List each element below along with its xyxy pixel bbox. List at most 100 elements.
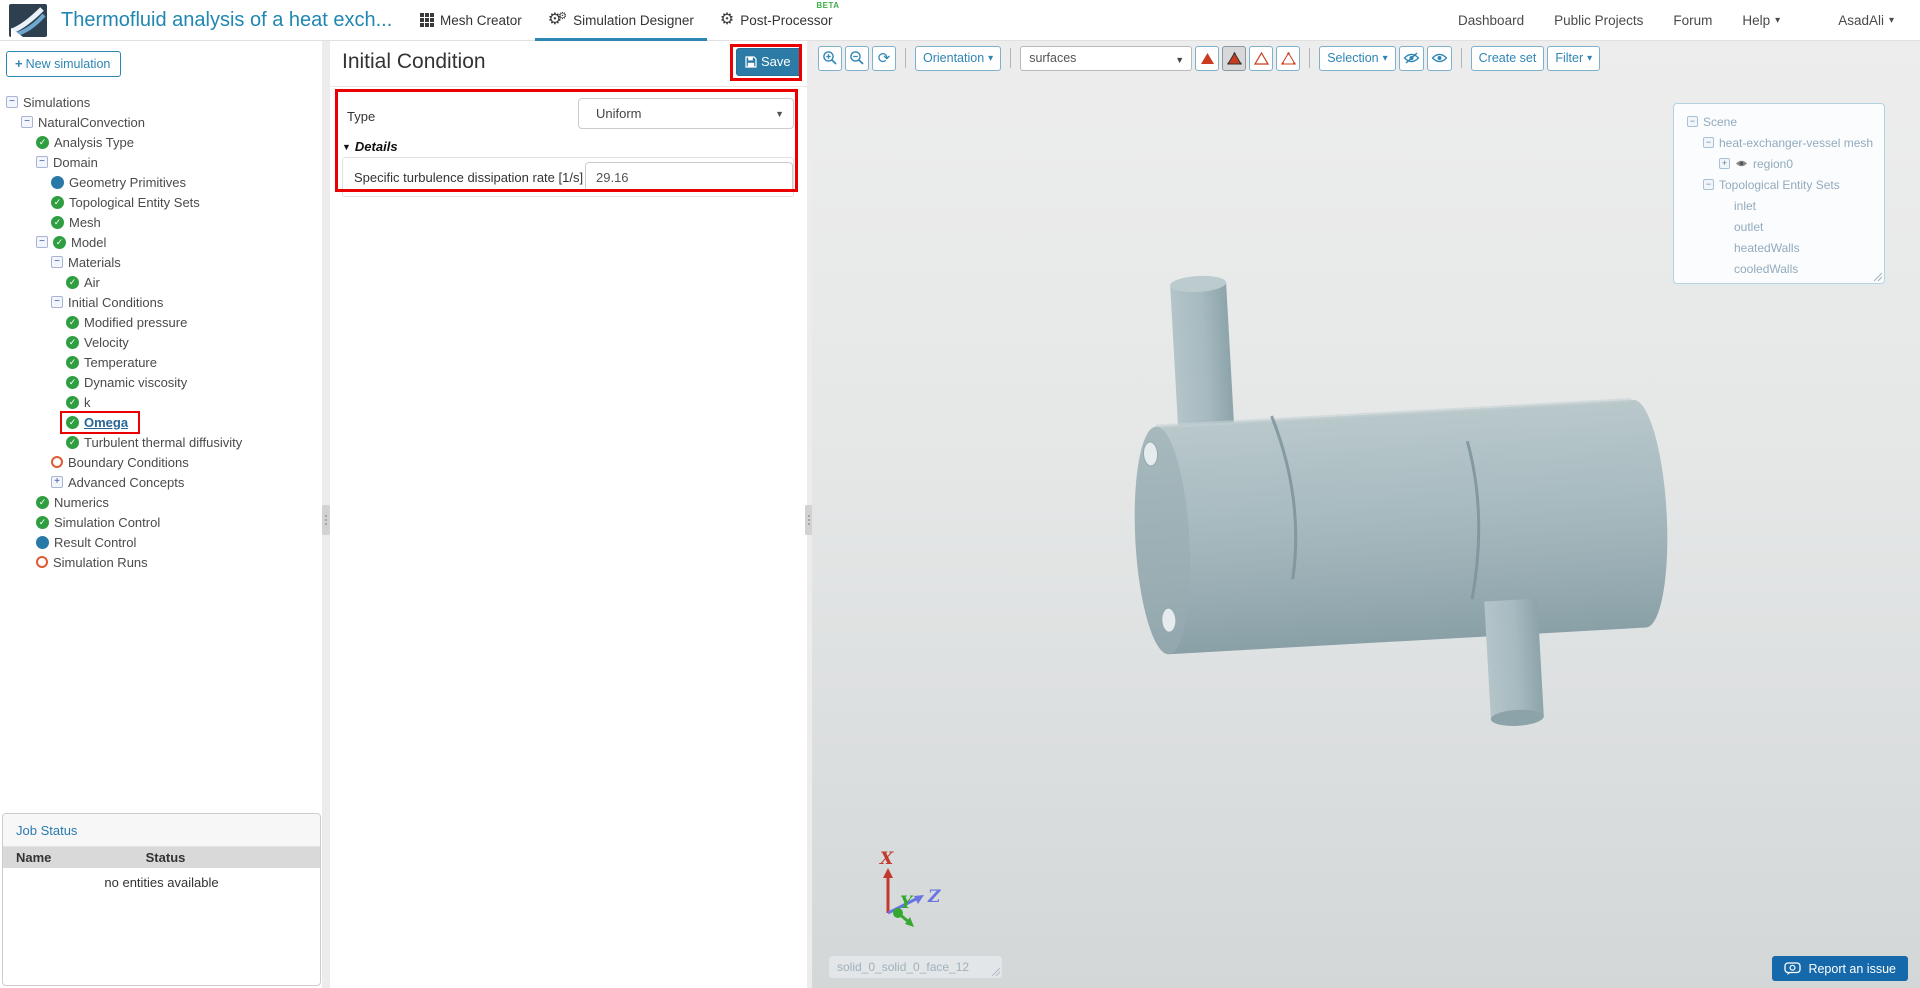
- expander-plus-icon[interactable]: +: [1719, 158, 1730, 169]
- resize-handle-icon[interactable]: [1872, 271, 1882, 281]
- tree-item-label: Boundary Conditions: [68, 455, 189, 470]
- tree-item-label: Dynamic viscosity: [84, 375, 187, 390]
- surfaces-select[interactable]: surfaces ▼: [1020, 46, 1192, 71]
- nav-user-menu[interactable]: AsadAli▾: [1838, 13, 1894, 28]
- hide-selection-button[interactable]: [1399, 46, 1424, 71]
- scene-item-scene[interactable]: −Scene: [1680, 111, 1878, 132]
- filled-circle-icon: [51, 176, 64, 189]
- simscale-logo-icon[interactable]: [9, 4, 47, 37]
- check-icon: ✓: [53, 236, 66, 249]
- refresh-icon: ⟳: [878, 51, 891, 66]
- save-button[interactable]: Save: [736, 48, 802, 76]
- tree-item-label: NaturalConvection: [38, 115, 145, 130]
- tree-item-turbulent-thermal-diffusivity[interactable]: ✓Turbulent thermal diffusivity: [0, 432, 322, 452]
- expander-minus-icon[interactable]: −: [21, 116, 33, 128]
- viewport-3d[interactable]: ⟳ Orientation ▾ surfaces ▼: [812, 41, 1920, 988]
- scene-item-inlet[interactable]: inlet: [1680, 195, 1878, 216]
- tree-item-modified-pressure[interactable]: ✓Modified pressure: [0, 312, 322, 332]
- expander-minus-icon[interactable]: −: [1703, 137, 1714, 148]
- tree-item-materials[interactable]: −Materials: [0, 252, 322, 272]
- tree-item-simulation-control[interactable]: ✓Simulation Control: [0, 512, 322, 532]
- tree-item-dynamic-viscosity[interactable]: ✓Dynamic viscosity: [0, 372, 322, 392]
- tree-item-omega[interactable]: ✓Omega: [0, 412, 322, 432]
- tree-item-label: Analysis Type: [54, 135, 134, 150]
- filter-dropdown[interactable]: Filter ▾: [1547, 46, 1600, 71]
- scene-tree-panel[interactable]: −Scene−heat-exchanger-vessel mesh+region…: [1673, 103, 1885, 284]
- eye-slash-icon: [1403, 52, 1420, 64]
- tab-simulation-designer[interactable]: ⚙⚙ Simulation Designer: [535, 0, 707, 41]
- tree-item-initial-conditions[interactable]: −Initial Conditions: [0, 292, 322, 312]
- x-axis-label: X: [879, 849, 894, 869]
- render-mode-surfaces-edges-button[interactable]: [1222, 46, 1246, 71]
- tree-item-simulation-runs[interactable]: Simulation Runs: [0, 552, 322, 572]
- tree-item-label: Topological Entity Sets: [69, 195, 200, 210]
- scene-item-region0[interactable]: +region0: [1680, 153, 1878, 174]
- scene-item-heatedwalls[interactable]: heatedWalls: [1680, 237, 1878, 258]
- tree-item-numerics[interactable]: ✓Numerics: [0, 492, 322, 512]
- tree-item-result-control[interactable]: Result Control: [0, 532, 322, 552]
- details-section-header[interactable]: ▼ Details: [342, 139, 398, 154]
- tree-item-analysis-type[interactable]: ✓ Analysis Type: [0, 132, 322, 152]
- orientation-dropdown[interactable]: Orientation ▾: [915, 46, 1001, 71]
- new-simulation-button[interactable]: + New simulation: [6, 51, 121, 77]
- report-issue-button[interactable]: Report an issue: [1772, 956, 1908, 981]
- tree-item-temperature[interactable]: ✓Temperature: [0, 352, 322, 372]
- tree-item-label: Materials: [68, 255, 121, 270]
- caret-down-icon: ▾: [1587, 53, 1592, 64]
- magnifier-minus-icon: [849, 50, 865, 66]
- tree-item-naturalconvection[interactable]: −NaturalConvection: [0, 112, 322, 132]
- refresh-view-button[interactable]: ⟳: [872, 46, 896, 71]
- expander-minus-icon[interactable]: −: [1703, 179, 1714, 190]
- expander-minus-icon[interactable]: −: [51, 296, 63, 308]
- tab-mesh-creator[interactable]: Mesh Creator: [407, 0, 535, 41]
- type-select[interactable]: Uniform ▼: [578, 98, 794, 129]
- create-set-button[interactable]: Create set: [1471, 46, 1545, 71]
- tree-item-mesh[interactable]: ✓Mesh: [0, 212, 322, 232]
- scene-item-heat-exchanger-vessel-mesh[interactable]: −heat-exchanger-vessel mesh: [1680, 132, 1878, 153]
- tree-item-label: Initial Conditions: [68, 295, 163, 310]
- expander-plus-icon[interactable]: +: [51, 476, 63, 488]
- scene-item-topological-entity-sets[interactable]: −Topological Entity Sets: [1680, 174, 1878, 195]
- toolbar-separator: [905, 48, 906, 68]
- dissipation-rate-input[interactable]: [585, 162, 793, 192]
- expander-minus-icon[interactable]: −: [36, 156, 48, 168]
- visibility-eye-icon[interactable]: [1735, 159, 1748, 168]
- open-circle-icon: [51, 456, 63, 468]
- expander-minus-icon[interactable]: −: [51, 256, 63, 268]
- render-mode-points-button[interactable]: [1276, 46, 1300, 71]
- tree-item-advanced-concepts[interactable]: + Advanced Concepts: [0, 472, 322, 492]
- tree-item-label: Advanced Concepts: [68, 475, 184, 490]
- zoom-fit-button[interactable]: [845, 46, 869, 71]
- tree-item-model[interactable]: −✓Model: [0, 232, 322, 252]
- check-icon: ✓: [66, 276, 79, 289]
- tree-item-velocity[interactable]: ✓Velocity: [0, 332, 322, 352]
- selection-dropdown[interactable]: Selection ▾: [1319, 46, 1395, 71]
- tree-item-simulations[interactable]: −Simulations: [0, 92, 322, 112]
- tab-post-processor[interactable]: BETA ⚙ Post-Processor: [707, 0, 846, 41]
- expander-minus-icon[interactable]: −: [6, 96, 18, 108]
- nav-public-projects[interactable]: Public Projects: [1554, 13, 1643, 28]
- scene-item-cooledwalls[interactable]: cooledWalls: [1680, 258, 1878, 279]
- tree-item-domain[interactable]: −Domain: [0, 152, 322, 172]
- project-title[interactable]: Thermofluid analysis of a heat exch...: [61, 9, 391, 32]
- check-icon: ✓: [36, 496, 49, 509]
- tree-item-geometry-primitives[interactable]: Geometry Primitives: [0, 172, 322, 192]
- tree-item-air[interactable]: ✓Air: [0, 272, 322, 292]
- expander-minus-icon[interactable]: −: [1687, 116, 1698, 127]
- nav-dashboard[interactable]: Dashboard: [1458, 13, 1524, 28]
- render-mode-wireframe-button[interactable]: [1249, 46, 1273, 71]
- render-mode-surfaces-button[interactable]: [1195, 46, 1219, 71]
- scene-item-outlet[interactable]: outlet: [1680, 216, 1878, 237]
- expander-minus-icon[interactable]: −: [36, 236, 48, 248]
- nav-help-menu[interactable]: Help▾: [1742, 13, 1780, 28]
- tree-item-boundary-conditions[interactable]: Boundary Conditions: [0, 452, 322, 472]
- zoom-in-button[interactable]: [818, 46, 842, 71]
- check-icon: ✓: [36, 136, 49, 149]
- nav-forum[interactable]: Forum: [1673, 13, 1712, 28]
- show-selection-button[interactable]: [1427, 46, 1452, 71]
- left-splitter-handle[interactable]: [322, 505, 330, 535]
- tree-item-topological-entity-sets[interactable]: ✓Topological Entity Sets: [0, 192, 322, 212]
- check-icon: ✓: [36, 516, 49, 529]
- scene-item-label: cooledWalls: [1734, 262, 1798, 276]
- tree-item-k[interactable]: ✓k: [0, 392, 322, 412]
